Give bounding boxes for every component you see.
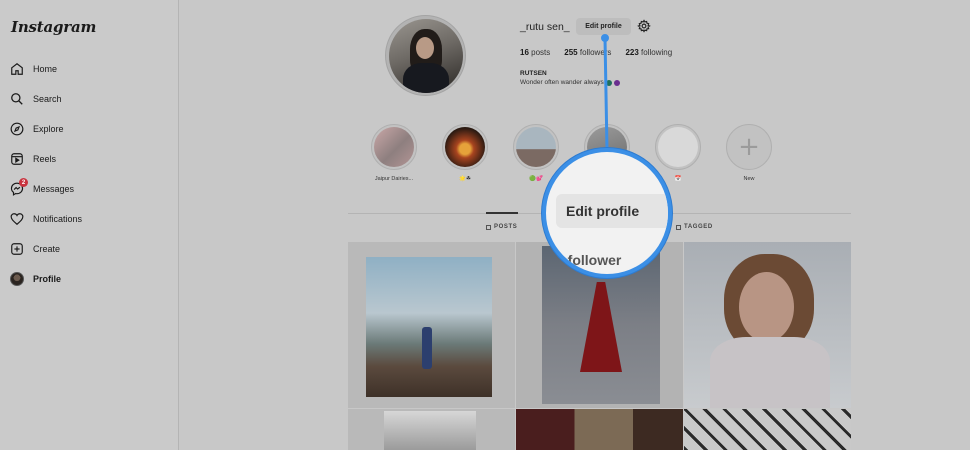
sidebar-item-profile[interactable]: Profile <box>10 269 61 289</box>
edit-profile-button[interactable]: Edit profile <box>576 18 631 35</box>
zoom-callout: Edit profile 5 follower <box>542 148 672 278</box>
posts-stat: 16 posts <box>520 48 551 57</box>
profile-full-name: RUTSEN <box>520 70 547 77</box>
post-image <box>366 257 492 397</box>
plus-icon: + <box>738 132 760 162</box>
sidebar-item-label: Create <box>33 244 61 254</box>
sidebar-item-messages[interactable]: 2 Messages <box>10 178 75 199</box>
highlight-fireworks[interactable]: 🌟☘ <box>441 124 489 182</box>
home-icon <box>10 62 24 76</box>
highlight-calendar[interactable]: 📅 <box>654 124 702 182</box>
highlight-jaipur[interactable]: Jaipur Dairies... <box>370 124 418 182</box>
tab-tagged[interactable]: TAGGED <box>676 224 713 230</box>
sidebar-item-label: Profile <box>33 274 62 284</box>
sidebar-item-home[interactable]: Home <box>10 59 57 79</box>
instagram-logo[interactable]: Instagram <box>11 18 96 36</box>
zoomed-followers-text: 5 follower <box>556 252 622 268</box>
profile-avatar[interactable] <box>385 15 466 96</box>
search-icon <box>10 92 24 106</box>
post-tile[interactable] <box>684 409 851 450</box>
profile-bio: Wonder often wander always <box>520 79 620 86</box>
profile-username: _rutu sen_ <box>520 21 570 33</box>
sidebar-item-label: Messages <box>33 184 75 194</box>
sidebar-item-label: Home <box>33 64 58 74</box>
sidebar-item-reels[interactable]: Reels <box>10 149 56 169</box>
grid-icon <box>486 224 491 230</box>
reels-icon <box>10 152 24 166</box>
post-tile[interactable] <box>348 242 515 408</box>
plus-square-icon <box>10 242 24 256</box>
heart-icon <box>10 212 24 226</box>
sidebar-item-search[interactable]: Search <box>10 89 62 109</box>
post-tile[interactable] <box>348 409 515 450</box>
post-image <box>384 411 476 450</box>
active-tab-indicator <box>486 212 518 214</box>
sidebar-item-label: Search <box>33 94 62 104</box>
messenger-icon: 2 <box>10 178 28 196</box>
zoomed-edit-profile-button: Edit profile <box>556 194 668 228</box>
sidebar-item-label: Notifications <box>33 214 83 224</box>
tag-icon <box>676 224 681 230</box>
notification-badge: 2 <box>19 178 28 187</box>
sidebar-item-label: Reels <box>33 154 57 164</box>
sidebar-item-create[interactable]: Create <box>10 239 60 259</box>
avatar-icon <box>10 272 24 286</box>
highlight-building[interactable]: 🟢💕 <box>512 124 560 182</box>
post-tile[interactable] <box>684 242 851 408</box>
following-stat[interactable]: 223 following <box>625 48 672 57</box>
highlight-new[interactable]: + New <box>725 124 773 182</box>
green-circle-emoji <box>605 79 612 86</box>
settings-gear-icon[interactable] <box>637 19 651 33</box>
sidebar-item-notifications[interactable]: Notifications <box>10 209 82 229</box>
tab-posts[interactable]: POSTS <box>486 224 517 230</box>
post-tile[interactable] <box>516 409 683 450</box>
compass-icon <box>10 122 24 136</box>
profile-photo <box>388 18 463 93</box>
profile-stats: 16 posts 255 followers 223 following <box>520 48 672 57</box>
sidebar-item-label: Explore <box>33 124 64 134</box>
purple-heart-emoji <box>613 79 620 86</box>
sidebar: Instagram Home Search Explore Reels 2 Me… <box>0 0 179 450</box>
sidebar-item-explore[interactable]: Explore <box>10 119 64 139</box>
followers-stat[interactable]: 255 followers <box>564 48 611 57</box>
